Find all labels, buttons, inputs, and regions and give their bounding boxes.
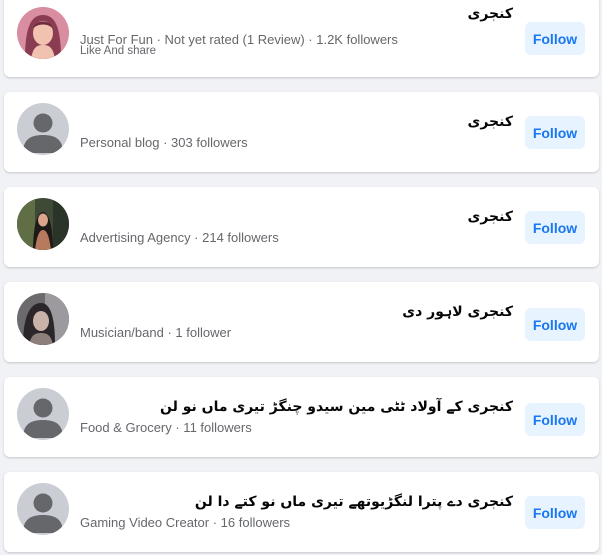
result-card: کنجری Just For Fun · Not yet rated (1 Re…	[4, 0, 599, 77]
default-profile-icon	[17, 388, 69, 440]
follow-button[interactable]: Follow	[525, 403, 585, 436]
profile-avatar[interactable]	[17, 388, 69, 440]
profile-avatar[interactable]	[17, 103, 69, 155]
follow-button[interactable]: Follow	[525, 22, 585, 55]
girl-photo-dark-icon	[17, 293, 69, 345]
result-card: کنجری لاہور دی Musician/band · 1 followe…	[4, 282, 599, 362]
follow-button[interactable]: Follow	[525, 211, 585, 244]
page-name[interactable]: کنجری	[468, 6, 514, 22]
follow-button[interactable]: Follow	[525, 496, 585, 529]
page-subtitle: Like And share	[80, 45, 157, 57]
result-card: کنجری Personal blog · 303 followers Foll…	[4, 92, 599, 172]
result-card: کنجری Advertising Agency · 214 followers…	[4, 187, 599, 267]
result-card: کنجری کے آولاد ٹٹی مین سیدو چنگڑ تیری ما…	[4, 377, 599, 457]
page-meta: Gaming Video Creator · 16 followers	[80, 515, 291, 530]
follow-button[interactable]: Follow	[525, 308, 585, 341]
result-card: کنجری دے پترا لنگڑیوتھے تیری ماں نو کتے …	[4, 472, 599, 552]
profile-avatar[interactable]	[17, 7, 69, 59]
default-profile-icon	[17, 483, 69, 535]
follow-button[interactable]: Follow	[525, 116, 585, 149]
page-name[interactable]: کنجری لاہور دی	[402, 304, 513, 320]
page-name[interactable]: کنجری دے پترا لنگڑیوتھے تیری ماں نو کتے …	[195, 494, 513, 510]
woman-photo-icon	[17, 198, 69, 250]
profile-avatar[interactable]	[17, 198, 69, 250]
page-meta: Personal blog · 303 followers	[80, 135, 248, 150]
page-meta: Musician/band · 1 follower	[80, 325, 232, 340]
page-name[interactable]: کنجری کے آولاد ٹٹی مین سیدو چنگڑ تیری ما…	[160, 399, 513, 415]
girl-photo-icon	[17, 7, 69, 59]
page-name[interactable]: کنجری	[468, 209, 514, 225]
page-name[interactable]: کنجری	[468, 114, 514, 130]
page-meta: Food & Grocery · 11 followers	[80, 420, 252, 435]
page-meta: Advertising Agency · 214 followers	[80, 230, 279, 245]
profile-avatar[interactable]	[17, 483, 69, 535]
default-profile-icon	[17, 103, 69, 155]
profile-avatar[interactable]	[17, 293, 69, 345]
